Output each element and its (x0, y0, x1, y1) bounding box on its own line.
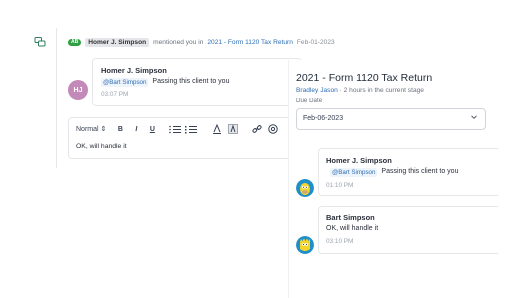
mention-tag[interactable]: @Bart Simpson (330, 168, 378, 177)
link-icon[interactable] (252, 124, 262, 134)
bart-avatar-icon (296, 236, 314, 254)
chat-bubbles-icon (34, 37, 46, 47)
homer-avatar-icon (296, 179, 314, 197)
due-date-label: Due Date (296, 98, 323, 103)
comment-time: 03:07 PM (101, 91, 129, 98)
message-text: OK, will handle it (326, 225, 379, 232)
stage-info: · 2 hours in the current stage (339, 87, 424, 94)
at-mention-icon[interactable] (268, 124, 279, 134)
timeline-divider (56, 28, 57, 168)
highlight-icon[interactable] (228, 124, 239, 134)
italic-button[interactable]: I (128, 126, 144, 133)
editor-toolbar: Normal ⇕ B I U (76, 124, 279, 134)
message-time: 01:10 PM (326, 182, 354, 189)
underline-button[interactable]: U (144, 126, 160, 133)
message-body: @Bart Simpson Passing this client to you (330, 168, 458, 177)
avatar: HJ (68, 80, 88, 100)
notification-date: Feb-01-2023 (296, 39, 335, 46)
task-subtitle: Bradley Jason · 2 hours in the current s… (296, 87, 424, 94)
message-author: Homer J. Simpson (326, 156, 392, 165)
bullet-list-icon[interactable] (184, 125, 198, 134)
due-date-value: Feb-06-2023 (303, 115, 344, 122)
notification-action: mentioned you in (153, 39, 204, 46)
chevron-down-icon[interactable] (470, 113, 478, 121)
assignee-link[interactable]: Bradley Jason (296, 87, 338, 94)
message-body: OK, will handle it (326, 225, 378, 232)
mention-tag[interactable]: @Bart Simpson (101, 78, 149, 87)
user-badge: AB (68, 39, 82, 46)
actor-name[interactable]: Homer J. Simpson (85, 38, 150, 47)
format-dropdown[interactable]: Normal ⇕ (76, 125, 106, 133)
ordered-list-icon[interactable] (168, 125, 182, 134)
page-title: 2021 - Form 1120 Tax Return (296, 72, 433, 84)
editor-text[interactable]: OK, will handle it (76, 143, 127, 150)
bold-button[interactable]: B (112, 126, 128, 133)
comment-text: Passing this client to you (152, 78, 230, 85)
comment-body: @Bart Simpson Passing this client to you (101, 78, 229, 87)
text-color-icon[interactable] (212, 124, 222, 134)
message-time: 03:10 PM (326, 238, 354, 245)
comment-author: Homer J. Simpson (101, 66, 167, 75)
message-text: Passing this client to you (381, 168, 459, 175)
mention-notification: AB Homer J. Simpson mentioned you in 202… (68, 38, 335, 47)
task-link[interactable]: 2021 - Form 1120 Tax Return (207, 39, 293, 46)
message-author: Bart Simpson (326, 213, 375, 222)
